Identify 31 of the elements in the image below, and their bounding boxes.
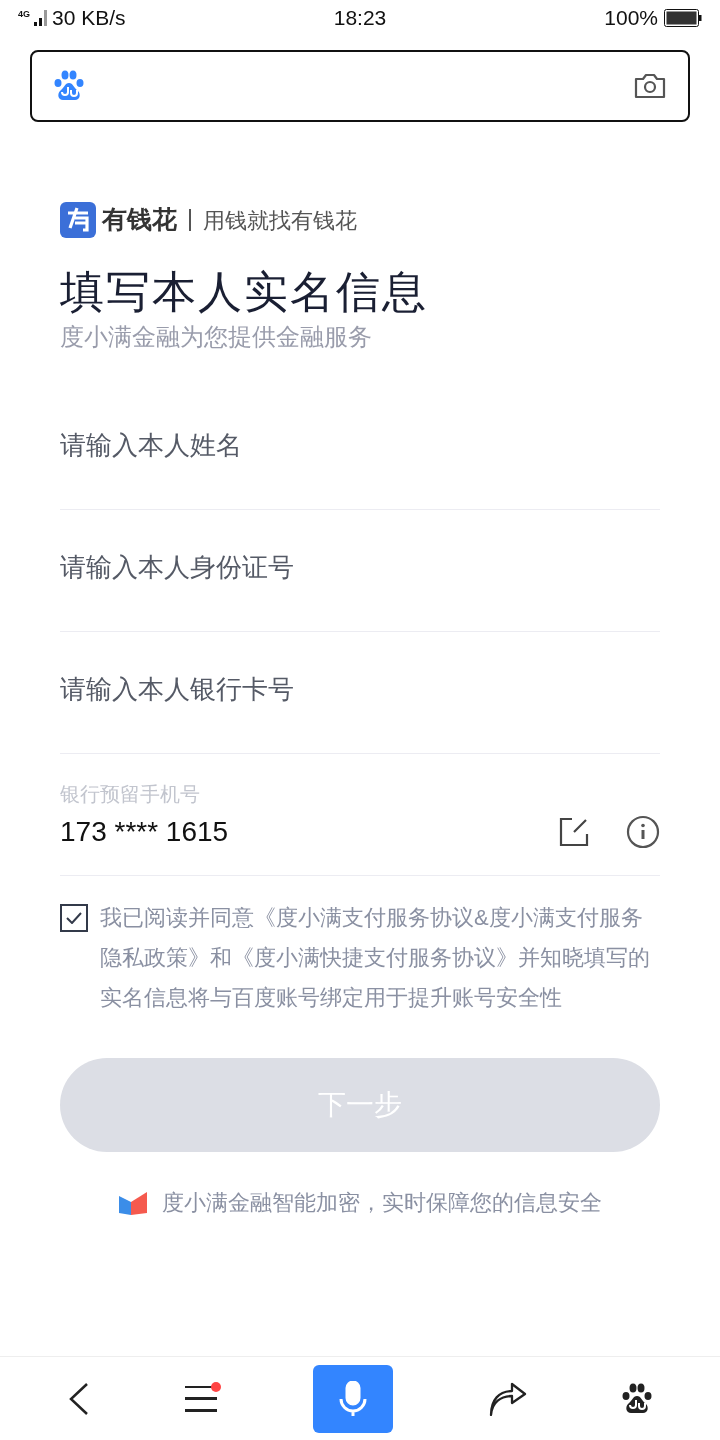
signal-icon: [34, 10, 48, 26]
agreement-text: 我已阅读并同意《度小满支付服务协议&度小满支付服务隐私政策》和《度小满快捷支付服务协议》并知晓填写的实名信息将与百度账号绑定用于提升账号安全性: [100, 904, 651, 1012]
paw-icon[interactable]: [622, 1382, 653, 1415]
clock: 18:23: [333, 5, 387, 32]
battery-level: 100%: [604, 5, 658, 32]
share-icon[interactable]: [488, 1381, 527, 1416]
network-speed: 30 KB/s: [52, 5, 126, 32]
search-bar[interactable]: [30, 50, 690, 122]
page-title: 填写本人实名信息: [60, 266, 429, 318]
brand-slogan: 用钱就找有钱花: [203, 206, 357, 235]
text-field[interactable]: 请输入本人姓名: [60, 388, 660, 510]
page-subtitle: 度小满金融为您提供金融服务: [60, 322, 373, 352]
network-type: 4G: [18, 10, 30, 20]
phone-value: 173 **** 1615: [60, 814, 229, 849]
agreement-checkbox[interactable]: [60, 904, 88, 932]
voice-button[interactable]: [313, 1364, 393, 1433]
info-icon[interactable]: [626, 814, 660, 849]
brand-logo-icon: [60, 202, 96, 238]
menu-icon[interactable]: [185, 1383, 218, 1414]
phone-label: 银行预留手机号: [60, 781, 201, 807]
checkmark-icon: [66, 912, 82, 924]
battery-icon: [664, 9, 702, 27]
brand-name: 有钱花: [102, 204, 177, 236]
text-field[interactable]: 请输入本人身份证号: [60, 510, 660, 632]
camera-icon[interactable]: [634, 72, 666, 100]
edit-icon[interactable]: [558, 815, 590, 848]
back-icon[interactable]: [67, 1381, 90, 1416]
paw-logo-icon[interactable]: [54, 70, 84, 102]
security-note: 度小满金融智能加密，实时保障您的信息安全: [162, 1189, 602, 1217]
microphone-icon: [339, 1380, 367, 1417]
text-field[interactable]: 请输入本人银行卡号: [60, 632, 660, 754]
